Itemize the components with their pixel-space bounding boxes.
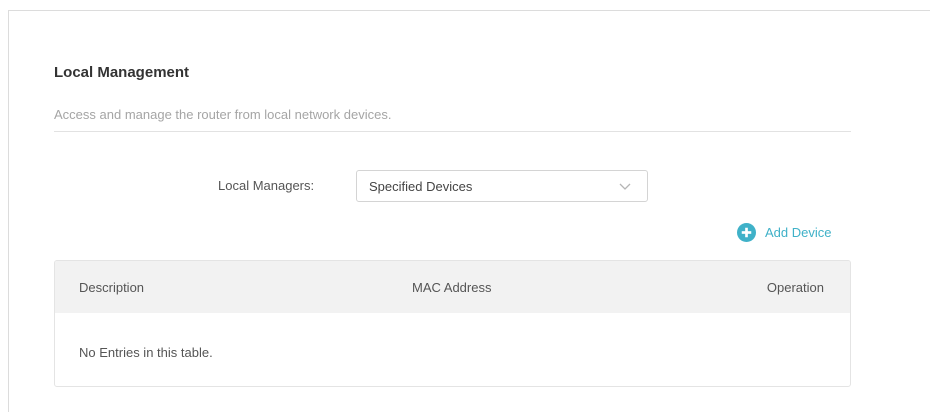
table-header: Description MAC Address Operation <box>55 261 850 313</box>
column-header-operation: Operation <box>766 280 824 295</box>
local-managers-select-value: Specified Devices <box>369 179 473 194</box>
add-device-button[interactable]: Add Device <box>737 222 831 242</box>
table-empty-message: No Entries in this table. <box>79 345 213 360</box>
plus-circle-icon <box>737 222 756 242</box>
column-header-description: Description <box>79 280 145 295</box>
add-device-label: Add Device <box>765 224 832 240</box>
section-description: Access and manage the router from local … <box>54 107 392 122</box>
local-managers-label: Local Managers: <box>218 178 315 193</box>
local-managers-select[interactable]: Specified Devices <box>356 170 648 202</box>
chevron-down-icon <box>619 183 631 190</box>
column-header-mac-address: MAC Address <box>412 280 492 295</box>
local-managers-table: Description MAC Address Operation No Ent… <box>54 260 851 387</box>
section-title: Local Management <box>54 64 190 81</box>
section-divider <box>54 131 851 132</box>
